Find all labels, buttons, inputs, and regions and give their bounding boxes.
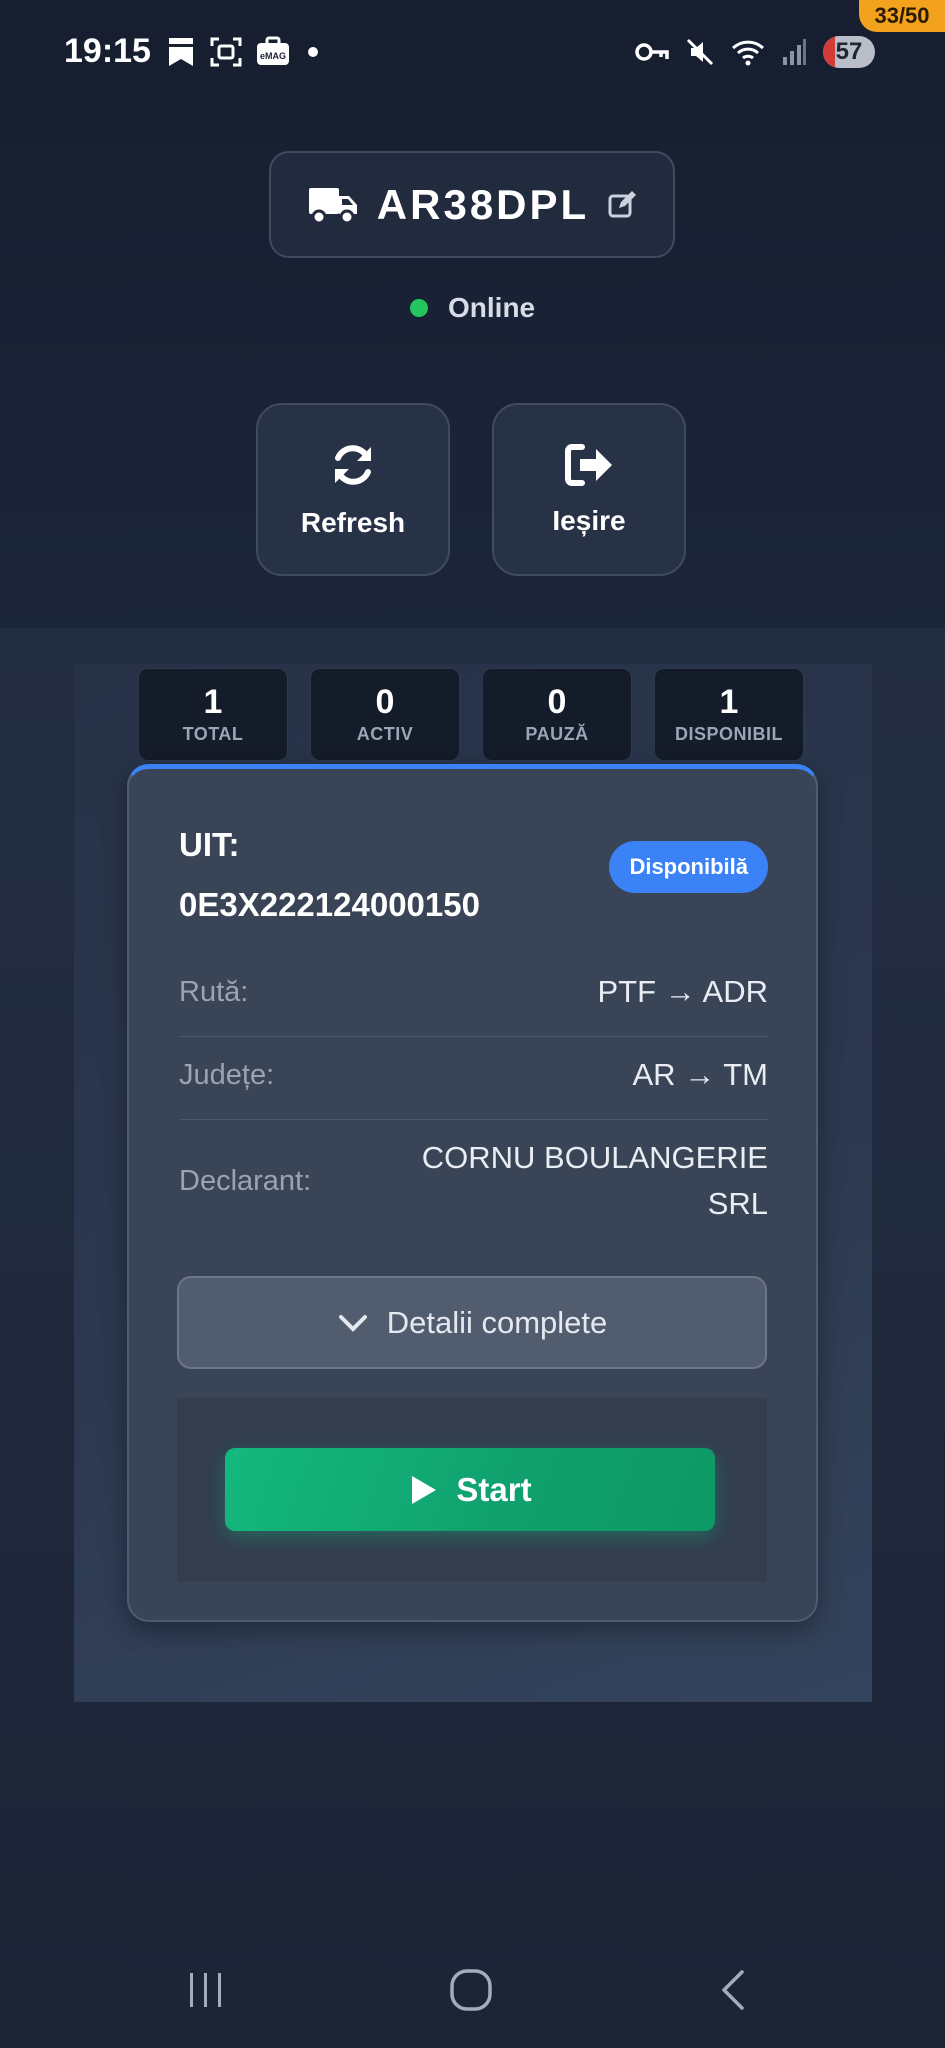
divider xyxy=(179,1119,768,1120)
details-toggle-button[interactable]: Detalii complete xyxy=(177,1276,767,1369)
wifi-icon xyxy=(731,40,765,66)
declarant-value: CORNU BOULANGERIE SRL xyxy=(422,1135,768,1227)
stat-label: ACTIV xyxy=(356,724,414,744)
vehicle-plate: AR38DPL xyxy=(376,180,590,228)
uit-heading: UIT: 0E3X222124000150 xyxy=(179,815,480,935)
status-left-icons: eMAG xyxy=(165,36,323,68)
stat-label: DISPONIBIL xyxy=(674,724,783,744)
online-indicator xyxy=(410,299,428,317)
home-icon[interactable] xyxy=(449,1968,493,2012)
exit-button[interactable]: Ieșire xyxy=(492,403,686,576)
declarant-value-line1: CORNU BOULANGERIE xyxy=(421,1140,768,1175)
stat-label: TOTAL xyxy=(182,724,244,744)
uit-code: 0E3X222124000150 xyxy=(179,886,480,923)
stat-available: 1 DISPONIBIL xyxy=(654,668,804,761)
mute-icon xyxy=(686,38,714,66)
route-row: Rută: PTF → ADR xyxy=(179,969,768,1015)
counter-badge: 33/50 xyxy=(859,0,945,32)
edit-icon[interactable] xyxy=(607,190,637,220)
refresh-icon xyxy=(335,444,371,485)
declarant-label: Declarant: xyxy=(179,1164,312,1197)
sign-out-icon xyxy=(565,443,612,486)
stat-total: 1 TOTAL xyxy=(138,668,288,761)
exit-label: Ieșire xyxy=(552,504,626,536)
start-label: Start xyxy=(456,1470,532,1508)
system-nav-bar xyxy=(0,1950,945,2030)
stat-value: 0 xyxy=(547,683,567,721)
signal-icon xyxy=(783,39,806,65)
vehicle-plate-button[interactable]: AR38DPL xyxy=(269,151,675,258)
recents-icon[interactable] xyxy=(186,1970,226,2010)
truck-icon xyxy=(308,187,357,224)
battery-icon: 57 xyxy=(823,36,875,68)
route-label: Rută: xyxy=(179,975,249,1008)
route-value: PTF → ADR xyxy=(597,974,768,1009)
refresh-label: Refresh xyxy=(300,506,406,538)
status-badge: Disponibilă xyxy=(609,841,768,893)
stat-label: PAUZĂ xyxy=(525,724,589,744)
svg-text:eMAG: eMAG xyxy=(260,51,286,61)
divider xyxy=(179,1036,768,1037)
start-section: Start xyxy=(177,1398,767,1582)
stat-value: 1 xyxy=(203,683,223,721)
declarant-value-line2: SRL xyxy=(707,1186,768,1221)
stat-value: 1 xyxy=(719,683,739,721)
vpn-key-icon xyxy=(635,43,669,61)
connection-status: Online xyxy=(410,292,535,324)
stat-value: 0 xyxy=(375,683,395,721)
screenshot-icon xyxy=(210,37,242,67)
refresh-button[interactable]: Refresh xyxy=(256,403,450,576)
status-time: 19:15 xyxy=(64,32,151,70)
battery-level: 57 xyxy=(835,38,863,65)
status-right-icons: 57 xyxy=(635,36,875,68)
emag-app-icon: eMAG xyxy=(257,36,289,65)
details-label: Detalii complete xyxy=(386,1304,608,1340)
back-icon[interactable] xyxy=(718,1968,750,2012)
stat-paused: 0 PAUZĂ xyxy=(482,668,632,761)
chevron-down-icon xyxy=(338,1314,367,1332)
uit-label: UIT: xyxy=(179,826,240,863)
declarant-row: Declarant: CORNU BOULANGERIE SRL xyxy=(179,1135,768,1227)
notification-dot-icon xyxy=(308,47,318,57)
start-button[interactable]: Start xyxy=(225,1448,715,1531)
bookmark-icon xyxy=(169,38,193,66)
connection-status-text: Online xyxy=(448,292,536,323)
counties-row: Județe: AR → TM xyxy=(179,1052,768,1098)
play-icon xyxy=(412,1475,437,1504)
stat-active: 0 ACTIV xyxy=(310,668,460,761)
counties-value: AR → TM xyxy=(632,1057,769,1092)
counties-label: Județe: xyxy=(179,1058,275,1091)
